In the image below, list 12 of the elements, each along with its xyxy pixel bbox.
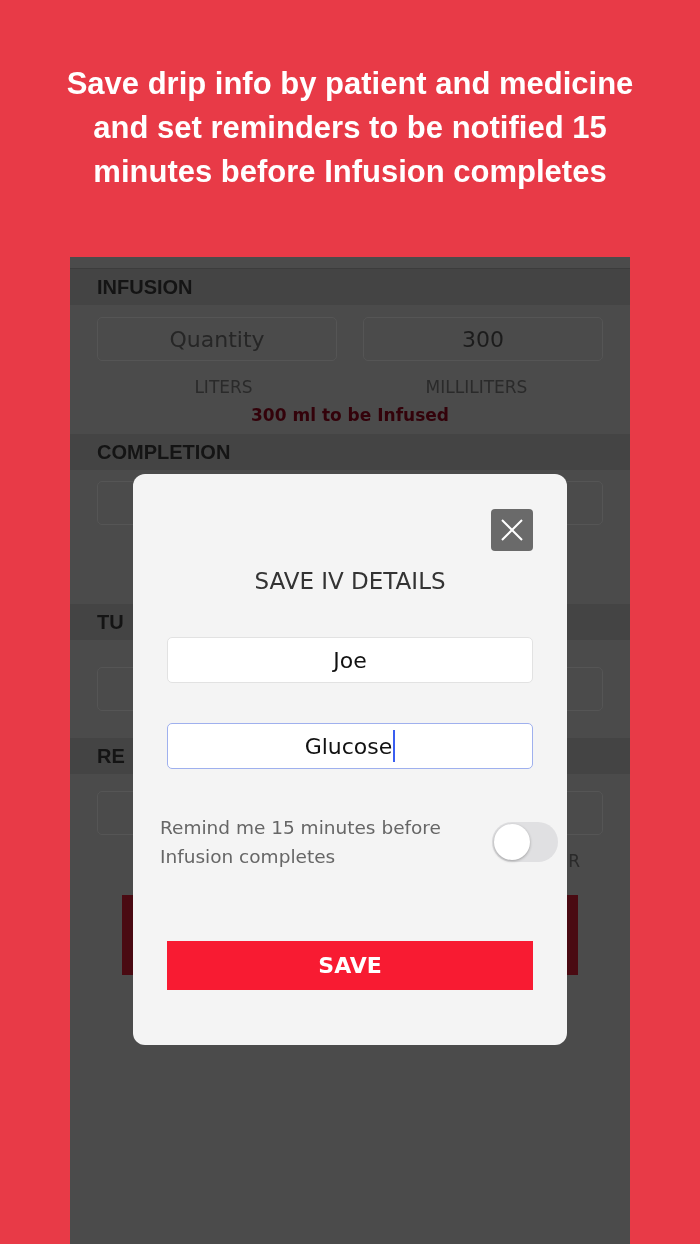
text-field[interactable]: Joe xyxy=(167,637,533,683)
field-value: Glucose xyxy=(304,733,393,759)
field-value: Joe xyxy=(333,647,367,673)
headline: Save drip info by patient and medicine and set reminders to be notified 15 minutes before Infusion completes xyxy=(65,65,635,191)
infusion-note: 300 ml to be Infused xyxy=(250,405,450,425)
close-button[interactable] xyxy=(491,509,533,551)
reminder-label: Remind me 15 minutes before Infusion completes xyxy=(160,816,442,869)
text-field[interactable]: Glucose xyxy=(167,723,533,769)
close-icon xyxy=(501,519,523,541)
dialog-title: SAVE IV DETAILS xyxy=(253,568,447,594)
reminder-toggle[interactable] xyxy=(492,822,558,862)
save-button[interactable]: SAVE xyxy=(167,941,533,990)
